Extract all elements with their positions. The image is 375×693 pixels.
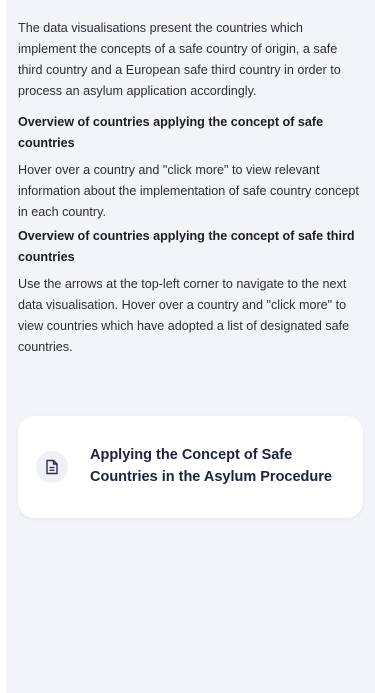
section-text-safe-countries: Hover over a country and "click more" to… [18,163,359,219]
section-text-safe-third-countries: Use the arrows at the top-left corner to… [18,277,350,354]
document-link-card[interactable]: Applying the Concept of Safe Countries i… [18,416,363,518]
section-heading-safe-countries: Overview of countries applying the conce… [18,115,324,150]
intro-text: The data visualisations present the coun… [18,21,341,98]
document-link-title[interactable]: Applying the Concept of Safe Countries i… [90,444,352,488]
document-icon [36,451,68,483]
content-panel: The data visualisations present the coun… [6,0,375,693]
section-heading-safe-third-countries: Overview of countries applying the conce… [18,229,355,264]
